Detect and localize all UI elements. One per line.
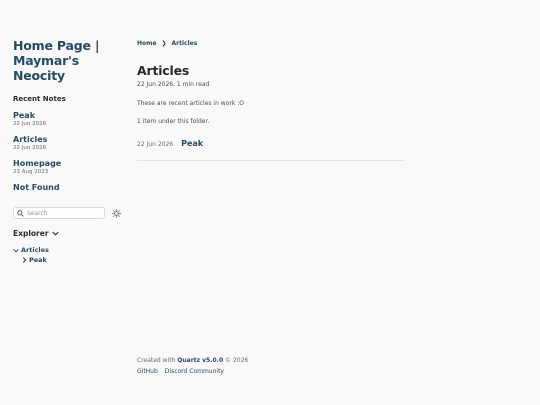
- sun-icon: [111, 208, 121, 218]
- explorer-item-label: Peak: [29, 256, 47, 264]
- explorer: Explorer Articles Peak: [13, 229, 59, 265]
- recent-note-title[interactable]: Not Found: [13, 183, 125, 192]
- breadcrumb-current[interactable]: Articles: [172, 40, 198, 47]
- main-content: Home ❯ Articles Articles 22 Jun 2026, 1 …: [137, 40, 404, 148]
- recent-note-date: 23 Aug 2023: [13, 169, 49, 175]
- explorer-heading: Explorer: [13, 229, 49, 238]
- folder-count: 1 item under this folder.: [137, 118, 210, 125]
- page-title: Articles: [137, 63, 190, 78]
- list-item-title[interactable]: Peak: [181, 139, 203, 148]
- breadcrumb: Home ❯ Articles: [137, 40, 404, 47]
- recent-note[interactable]: Peak 22 Jun 2026: [13, 111, 125, 127]
- recent-note-title[interactable]: Homepage: [13, 159, 125, 168]
- search-placeholder: Search: [27, 209, 48, 217]
- breadcrumb-separator: ❯: [161, 40, 167, 47]
- recent-note[interactable]: Not Found: [13, 183, 125, 192]
- site-title-line1: Home Page |: [13, 38, 100, 53]
- explorer-tree: Articles Peak: [13, 245, 59, 265]
- search-input[interactable]: Search: [13, 207, 105, 219]
- sidebar: Home Page | Maymar's Neocity Recent Note…: [13, 38, 125, 192]
- explorer-folder-label: Articles: [21, 246, 49, 254]
- recent-note-date: 22 Jun 2026: [13, 121, 47, 127]
- explorer-item-peak[interactable]: Peak: [22, 255, 59, 265]
- breadcrumb-home[interactable]: Home: [137, 40, 156, 47]
- intro-text: These are recent articles in work :O: [137, 100, 244, 107]
- page-meta: 22 Jun 2026, 1 min read: [137, 81, 210, 88]
- recent-note-title[interactable]: Peak: [13, 111, 125, 120]
- footer-links: GitHub Discord Community: [137, 368, 248, 375]
- footer-year: © 2026: [223, 357, 249, 364]
- site-title-line2: Maymar's Neocity: [13, 53, 79, 83]
- discord-link[interactable]: Discord Community: [165, 368, 224, 375]
- site-title[interactable]: Home Page | Maymar's Neocity: [13, 38, 125, 83]
- search-row: Search: [13, 207, 125, 219]
- recent-note[interactable]: Articles 22 Jun 2026: [13, 135, 125, 151]
- explorer-toggle[interactable]: Explorer: [13, 229, 59, 238]
- list-item: 22 Jun 2026 Peak: [137, 139, 404, 148]
- recent-notes-heading: Recent Notes: [13, 95, 66, 103]
- github-link[interactable]: GitHub: [137, 368, 158, 375]
- theme-toggle-button[interactable]: [111, 208, 121, 218]
- recent-note-title[interactable]: Articles: [13, 135, 125, 144]
- footer: Created with Quartz v5.0.0 © 2026 GitHub…: [137, 357, 248, 375]
- list-item-date: 22 Jun 2026: [137, 141, 174, 148]
- content-divider: [137, 160, 404, 161]
- quartz-link[interactable]: Quartz v5.0.0: [177, 357, 223, 364]
- chevron-down-icon: [51, 231, 59, 236]
- recent-note[interactable]: Homepage 23 Aug 2023: [13, 159, 125, 175]
- chevron-down-icon: [13, 248, 19, 252]
- footer-created-prefix: Created with: [137, 357, 178, 364]
- explorer-folder-articles[interactable]: Articles: [13, 245, 59, 255]
- footer-credit: Created with Quartz v5.0.0 © 2026: [137, 357, 248, 364]
- recent-note-date: 22 Jun 2026: [13, 145, 47, 151]
- chevron-right-icon: [22, 257, 27, 263]
- search-icon: [17, 209, 24, 217]
